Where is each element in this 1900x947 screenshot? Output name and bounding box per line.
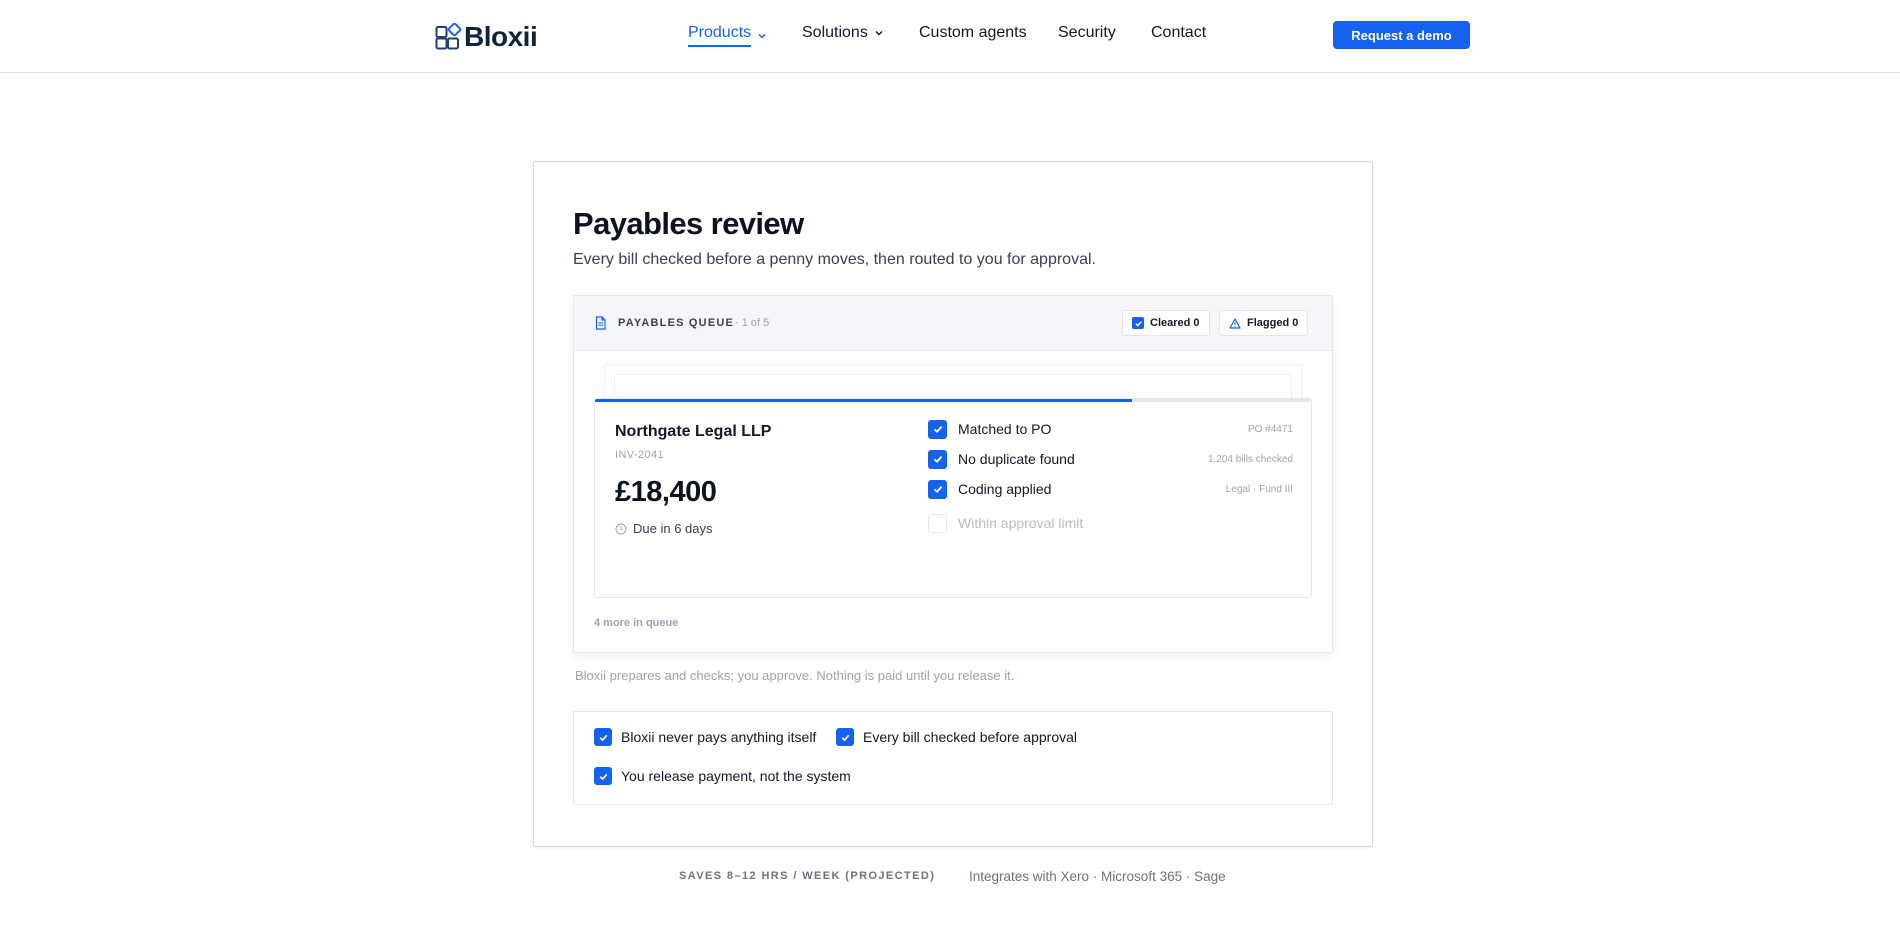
queue-position: · 1 of 5 — [735, 317, 770, 329]
review-progress-track — [595, 399, 1311, 402]
request-demo-button[interactable]: Request a demo — [1333, 21, 1470, 49]
checkbox-unchecked[interactable] — [928, 513, 947, 533]
assurance-item: Every bill checked before approval — [836, 728, 1077, 746]
check-row-no-duplicate: No duplicate found 1,204 bills checked — [928, 449, 1293, 469]
assurance-label: You release payment, not the system — [621, 768, 851, 784]
current-bill-card[interactable]: Northgate Legal LLP INV-2041 £18,400 Due… — [594, 398, 1312, 598]
nav-custom-agents-label: Custom agents — [919, 24, 1027, 41]
checkbox-checked[interactable] — [594, 728, 612, 746]
check-row-approval-limit: Within approval limit — [928, 513, 1293, 533]
vendor-name: Northgate Legal LLP — [615, 423, 772, 440]
assurances-box: Bloxii never pays anything itself Every … — [573, 711, 1333, 805]
integrations-line: Integrates with Xero · Microsoft 365 · S… — [969, 869, 1226, 884]
check-icon — [1132, 317, 1144, 329]
check-icon — [933, 486, 942, 494]
check-icon — [933, 426, 942, 434]
check-icon — [599, 734, 607, 741]
review-progress-fill — [595, 399, 1132, 402]
nav-security[interactable]: Security — [1058, 24, 1116, 42]
check-icon — [933, 456, 942, 464]
checkbox-checked[interactable] — [928, 479, 947, 499]
check-meta: PO #4471 — [1247, 423, 1293, 435]
nav-contact[interactable]: Contact — [1151, 24, 1206, 42]
nav-products[interactable]: Products — [688, 24, 767, 47]
warning-icon — [1229, 317, 1241, 329]
assurance-item: You release payment, not the system — [594, 767, 851, 785]
queue-remaining: 4 more in queue — [594, 617, 679, 629]
assurance-label: Every bill checked before approval — [863, 729, 1078, 745]
checkbox-checked[interactable] — [836, 728, 854, 746]
checkbox-checked[interactable] — [594, 767, 612, 785]
check-label: Within approval limit — [958, 515, 1084, 531]
check-label: Coding applied — [958, 481, 1052, 497]
nav-custom-agents[interactable]: Custom agents — [919, 24, 1027, 42]
savings-stat: SAVES 8–12 HRS / WEEK (PROJECTED) — [679, 870, 936, 882]
clock-icon — [615, 523, 627, 534]
brand-name: Bloxii — [464, 21, 538, 52]
page-title: Payables review — [573, 206, 804, 241]
nav-security-label: Security — [1058, 24, 1116, 41]
nav-products-label: Products — [688, 24, 752, 47]
nav-solutions[interactable]: Solutions — [802, 24, 884, 42]
chevron-down-icon — [758, 33, 766, 39]
document-icon — [595, 316, 606, 330]
assurance-label: Bloxii never pays anything itself — [621, 729, 817, 745]
check-meta: 1,204 bills checked — [1207, 453, 1293, 465]
payables-review-card: Payables review Every bill checked befor… — [533, 161, 1373, 847]
brand-logo[interactable]: Bloxii — [435, 21, 538, 52]
page-subtitle: Every bill checked before a penny moves,… — [573, 251, 1096, 268]
check-label: No duplicate found — [958, 451, 1075, 467]
cleared-label: Cleared 0 — [1150, 317, 1200, 329]
queue-title: PAYABLES QUEUE — [618, 317, 735, 329]
due-date: Due in 6 days — [615, 521, 713, 536]
logo-blocks-icon — [435, 23, 462, 50]
chevron-down-icon — [875, 30, 883, 36]
flagged-label: Flagged 0 — [1247, 317, 1299, 329]
payables-queue-panel: PAYABLES QUEUE · 1 of 5 Cleared 0 Flagge… — [573, 295, 1333, 653]
cleared-count-badge[interactable]: Cleared 0 — [1122, 310, 1210, 336]
checkbox-checked[interactable] — [928, 419, 947, 439]
bill-amount: £18,400 — [615, 476, 717, 508]
check-icon — [841, 734, 849, 741]
check-row-matched-po: Matched to PO PO #4471 — [928, 419, 1293, 439]
queue-header: PAYABLES QUEUE · 1 of 5 Cleared 0 Flagge… — [574, 296, 1332, 351]
check-label: Matched to PO — [958, 421, 1052, 437]
assurance-item: Bloxii never pays anything itself — [594, 728, 816, 746]
due-label: Due in 6 days — [633, 521, 713, 536]
check-row-coding: Coding applied Legal · Fund III — [928, 479, 1293, 499]
top-navigation: Bloxii Products Solutions Custom agents … — [0, 0, 1900, 73]
check-icon — [599, 773, 607, 780]
check-meta: Legal · Fund III — [1225, 483, 1293, 495]
nav-contact-label: Contact — [1151, 24, 1207, 41]
nav-solutions-label: Solutions — [802, 24, 868, 41]
invoice-number: INV-2041 — [615, 449, 665, 461]
approval-note: Bloxii prepares and checks; you approve.… — [575, 668, 1015, 683]
flagged-count-badge[interactable]: Flagged 0 — [1219, 310, 1309, 336]
checkbox-checked[interactable] — [928, 449, 947, 469]
